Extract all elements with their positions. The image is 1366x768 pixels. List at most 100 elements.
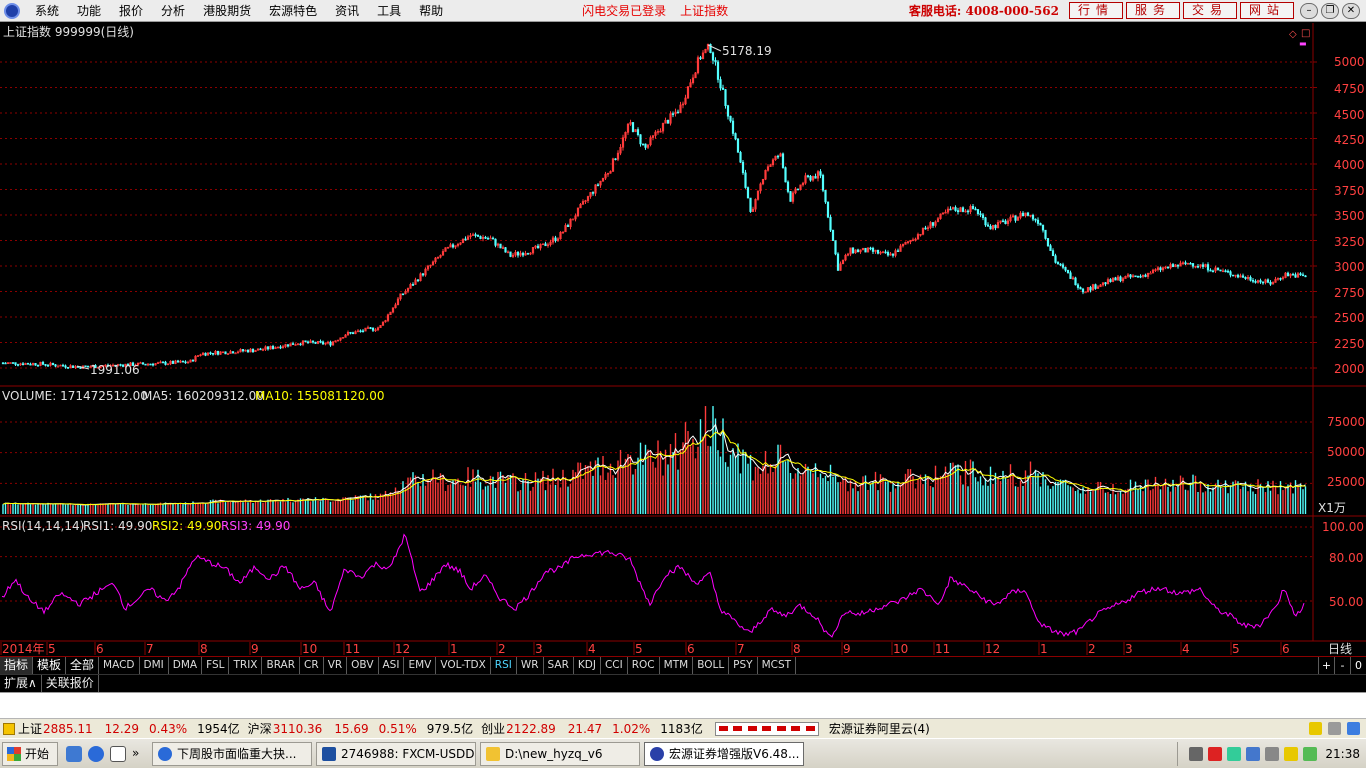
quote-button[interactable]: 行情 — [1068, 2, 1123, 19]
tab-fsl[interactable]: FSL — [202, 657, 230, 674]
tab-expand[interactable]: 扩展∧ — [0, 675, 42, 692]
candle — [521, 251, 525, 258]
tab-psy[interactable]: PSY — [729, 657, 758, 674]
candle — [279, 345, 282, 350]
candle — [201, 352, 205, 356]
tab-emv[interactable]: EMV — [404, 657, 437, 674]
candle — [864, 247, 867, 253]
tab-template[interactable]: 模板 — [33, 657, 67, 674]
tab-roc[interactable]: ROC — [628, 657, 660, 674]
candle — [689, 79, 692, 88]
tab-rsi[interactable]: RSI — [491, 657, 517, 674]
tab-trix[interactable]: TRIX — [229, 657, 263, 674]
candle — [251, 348, 255, 354]
menu-quote[interactable]: 报价 — [110, 0, 152, 22]
task-fxcm[interactable]: 2746988: FXCM-USDDe... — [316, 741, 477, 766]
broker-server[interactable]: 宏源证券阿里云(4) — [829, 720, 930, 737]
menu-tools[interactable]: 工具 — [368, 0, 410, 22]
security-icon[interactable] — [1303, 746, 1318, 761]
shield-icon[interactable] — [1246, 746, 1261, 761]
menu-hk-futures[interactable]: 港股期货 — [194, 0, 260, 22]
time-axis-label: 12 — [395, 642, 410, 656]
volume-ma5-value: MA5: 160209312.00 — [142, 389, 264, 403]
candle — [536, 243, 540, 249]
candle — [189, 359, 192, 363]
tab-macd[interactable]: MACD — [99, 657, 140, 674]
candle — [1261, 281, 1265, 285]
window-icon[interactable] — [110, 745, 127, 762]
tab-vol-tdx[interactable]: VOL-TDX — [436, 657, 491, 674]
menu-hongyuan-features[interactable]: 宏源特色 — [260, 0, 326, 22]
candle — [1191, 263, 1195, 269]
keyboard-icon[interactable] — [1189, 746, 1204, 761]
tab-mcst[interactable]: MCST — [758, 657, 797, 674]
candle — [1056, 261, 1060, 265]
tab-kdj[interactable]: KDJ — [574, 657, 601, 674]
market-icon[interactable] — [3, 722, 15, 735]
candle — [151, 362, 155, 367]
flag-tray-icon[interactable] — [1208, 746, 1223, 761]
price-tick: 4000 — [1334, 158, 1365, 172]
tab-cci[interactable]: CCI — [601, 657, 628, 674]
candle — [644, 143, 647, 150]
tab-sar[interactable]: SAR — [544, 657, 574, 674]
zoom-reset-button[interactable]: 0 — [1350, 657, 1366, 674]
candle — [236, 350, 240, 354]
candle — [424, 267, 427, 277]
time-axis-label: 5 — [1232, 642, 1240, 656]
service-hotline: 客服电话: 4008-000-562 — [908, 4, 1059, 18]
volume-icon[interactable] — [1265, 746, 1280, 761]
candle — [751, 206, 755, 212]
menu-news[interactable]: 资讯 — [326, 0, 368, 22]
tab-all[interactable]: 全部 — [66, 657, 100, 674]
restore-icon[interactable]: ❐ — [1321, 2, 1339, 19]
more-icon[interactable]: » — [132, 746, 142, 762]
candle — [349, 331, 352, 335]
candle — [889, 252, 892, 256]
tab-brar[interactable]: BRAR — [262, 657, 301, 674]
candle — [1249, 275, 1252, 282]
candle — [971, 204, 975, 210]
stock-chart[interactable]: 上证指数 999999(日线) ◇ □ ▬ 5178.19 1991.06 50… — [0, 23, 1366, 656]
tab-dmi[interactable]: DMI — [140, 657, 169, 674]
website-button[interactable]: 网站 — [1239, 2, 1294, 19]
candle — [854, 249, 857, 254]
menu-analysis[interactable]: 分析 — [152, 0, 194, 22]
zoom-out-button[interactable]: - — [1334, 657, 1350, 674]
task-folder[interactable]: D:\new_hyzq_v6 — [480, 741, 641, 766]
start-button[interactable]: 开始 — [2, 741, 59, 766]
candle — [1004, 219, 1007, 225]
tab-wr[interactable]: WR — [517, 657, 544, 674]
cy-index-change: 21.47 — [567, 721, 603, 736]
close-icon[interactable]: ✕ — [1342, 2, 1360, 19]
trade-button[interactable]: 交易 — [1182, 2, 1237, 19]
tab-indicator[interactable]: 指标 — [0, 657, 34, 674]
menu-system[interactable]: 系统 — [26, 0, 68, 22]
period-label[interactable]: 日线 — [1328, 642, 1352, 656]
task-label: D:\new_hyzq_v6 — [505, 746, 603, 761]
signal-icon[interactable] — [1328, 722, 1341, 735]
update-icon[interactable] — [1284, 746, 1299, 761]
tab-dma[interactable]: DMA — [169, 657, 203, 674]
tab-cr[interactable]: CR — [300, 657, 324, 674]
task-hongyuan[interactable]: 宏源证券增强版V6.48... — [644, 741, 805, 766]
minimize-icon[interactable]: – — [1300, 2, 1318, 19]
tab-mtm[interactable]: MTM — [660, 657, 694, 674]
tab-asi[interactable]: ASI — [379, 657, 405, 674]
notice-icon[interactable] — [1309, 722, 1322, 735]
tab-boll[interactable]: BOLL — [693, 657, 730, 674]
desktop-icon[interactable] — [66, 745, 83, 762]
menu-function[interactable]: 功能 — [68, 0, 110, 22]
candle — [296, 343, 300, 346]
service-button[interactable]: 服务 — [1125, 2, 1180, 19]
menu-help[interactable]: 帮助 — [410, 0, 452, 22]
tab-vr[interactable]: VR — [324, 657, 348, 674]
panel-corner-icons[interactable]: ◇ □ ▬ — [1289, 28, 1310, 48]
zoom-in-button[interactable]: + — [1318, 657, 1334, 674]
ie-icon[interactable] — [88, 745, 105, 762]
task-news[interactable]: 下周股市面临重大抉... — [152, 741, 313, 766]
tab-obv[interactable]: OBV — [347, 657, 379, 674]
network-icon[interactable] — [1227, 746, 1242, 761]
connection-icon[interactable] — [1347, 722, 1360, 735]
tab-related-quotes[interactable]: 关联报价 — [42, 675, 99, 692]
